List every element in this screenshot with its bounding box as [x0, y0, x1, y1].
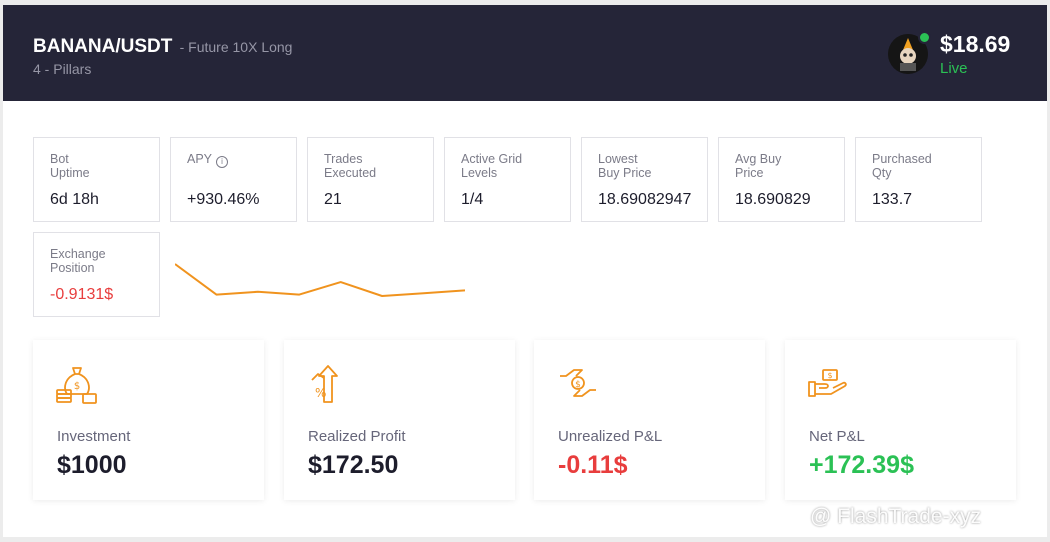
stat-label-text: APY — [187, 152, 213, 166]
svg-text:$: $ — [74, 381, 80, 392]
stat-trades-executed: Trades Executed 21 — [307, 137, 434, 222]
card-value: -0.11$ — [558, 451, 628, 479]
header-bar: BANANA/USDT - Future 10X Long 4 - Pillar… — [3, 5, 1047, 101]
stat-avg-buy-price: Avg Buy Price 18.690829 — [718, 137, 845, 222]
stat-value: +930.46% — [187, 191, 260, 208]
hand-cash-icon: $ — [808, 369, 847, 397]
money-bag-icon: $ — [56, 367, 97, 404]
stat-label: Exchange Position — [50, 247, 106, 275]
sparkline-line — [175, 263, 465, 297]
stat-value: -0.9131$ — [50, 286, 114, 303]
card-label: Investment — [57, 428, 131, 445]
profit-growth-icon: % — [311, 365, 338, 403]
stat-value: 21 — [324, 191, 342, 208]
stat-label: Purchased Qty — [872, 152, 932, 180]
stat-label: Active Grid Levels — [461, 152, 523, 180]
pair-subtitle: - Future 10X Long — [179, 39, 293, 55]
strategy-name: 4 - Pillars — [33, 61, 92, 77]
pair-name: BANANA/USDT — [33, 36, 173, 57]
stat-label: APY i — [187, 152, 287, 168]
card-unrealized-pnl: $ Unrealized P&L -0.11$ — [534, 340, 765, 500]
svg-text:$: $ — [827, 371, 832, 380]
stat-bot-uptime: Bot Uptime 6d 18h — [33, 137, 160, 222]
svg-text:$: $ — [575, 380, 581, 390]
card-value: $1000 — [57, 451, 127, 479]
stat-active-grid-levels: Active Grid Levels 1/4 — [444, 137, 571, 222]
stat-exchange-position: Exchange Position -0.9131$ — [33, 232, 160, 317]
stat-label: Lowest Buy Price — [598, 152, 652, 180]
stat-value: 133.7 — [872, 191, 913, 208]
live-status-label: Live — [940, 60, 968, 77]
price-sparkline — [175, 263, 465, 297]
stat-label: Avg Buy Price — [735, 152, 782, 180]
info-icon[interactable]: i — [216, 156, 229, 168]
card-label: Unrealized P&L — [558, 428, 663, 445]
current-price: $18.69 — [940, 31, 1011, 57]
bot-dashboard: BANANA/USDT - Future 10X Long 4 - Pillar… — [3, 5, 1047, 537]
card-label: Realized Profit — [308, 428, 406, 445]
stat-value: 1/4 — [461, 191, 484, 208]
card-investment: $ Investment $1000 — [33, 340, 264, 500]
card-net-pnl: $ Net P&L +172.39$ — [785, 340, 1016, 500]
pair-title: BANANA/USDT - Future 10X Long — [33, 36, 292, 58]
stat-value: 18.69082947 — [598, 191, 692, 208]
svg-text:%: % — [315, 386, 326, 400]
stat-label: Bot Uptime — [50, 152, 90, 180]
stat-value: 18.690829 — [735, 191, 811, 208]
stat-purchased-qty: Purchased Qty 133.7 — [855, 137, 982, 222]
card-value: $172.50 — [308, 451, 399, 479]
stat-apy: APY i +930.46% — [170, 137, 297, 222]
live-status-dot — [918, 31, 931, 44]
watermark: @ FlashTrade-xyz — [810, 505, 982, 528]
stat-value: 6d 18h — [50, 191, 99, 208]
handshake-coin-icon: $ — [560, 369, 596, 397]
card-value: +172.39$ — [809, 451, 914, 479]
card-label: Net P&L — [809, 428, 865, 445]
stat-label: Trades Executed — [324, 152, 377, 180]
card-realized-profit: % Realized Profit $172.50 — [284, 340, 515, 500]
stat-lowest-buy-price: Lowest Buy Price 18.69082947 — [581, 137, 708, 222]
